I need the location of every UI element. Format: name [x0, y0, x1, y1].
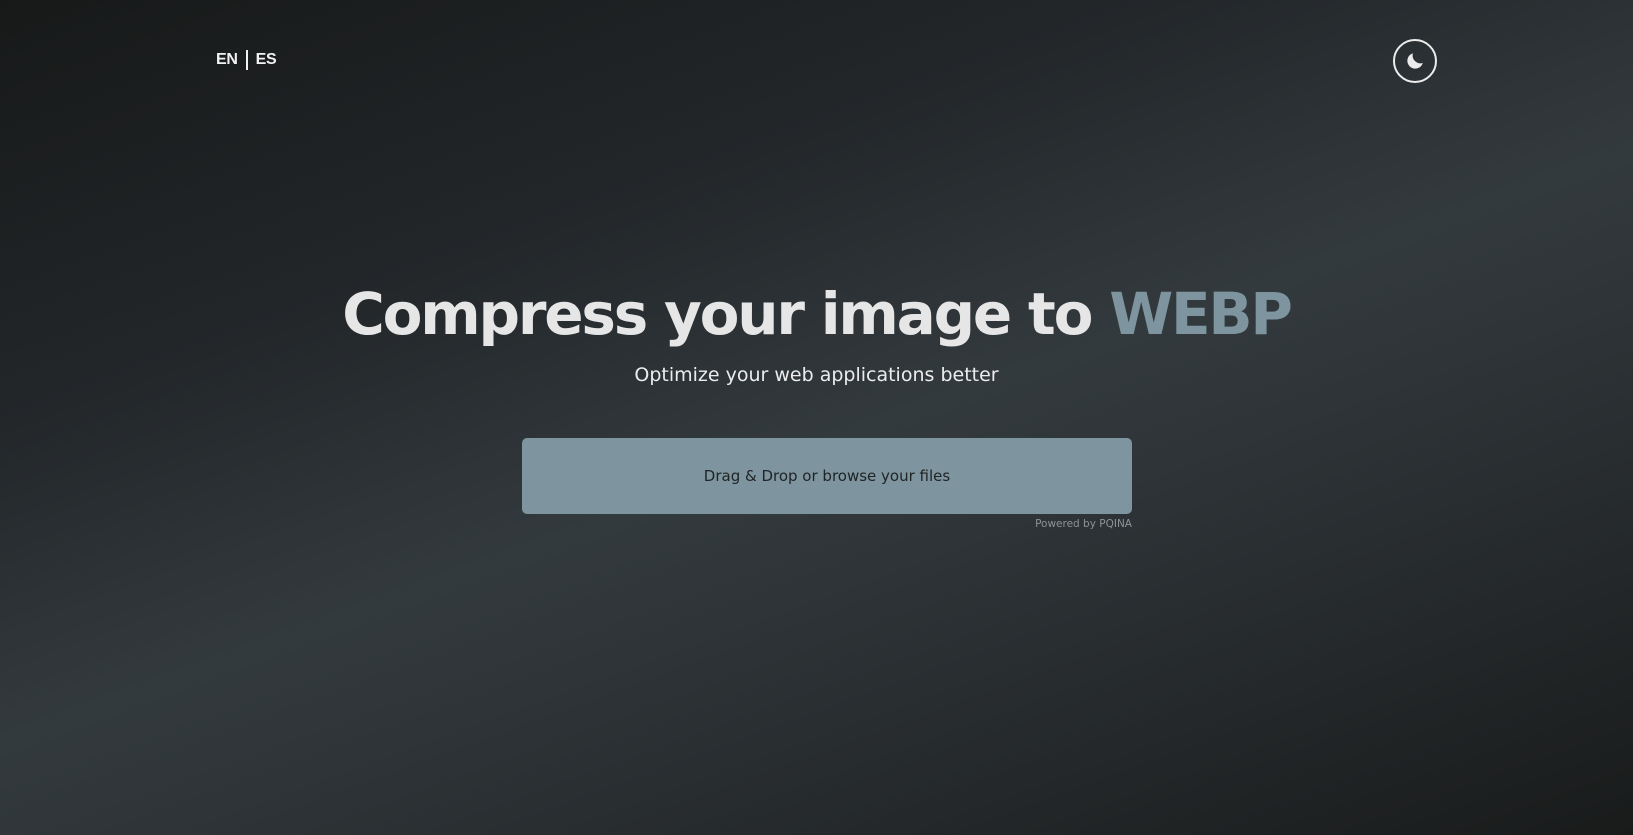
powered-by-credit-link[interactable]: Powered by PQINA [1000, 518, 1132, 530]
language-en-link[interactable]: EN [216, 51, 238, 69]
hero-section: Compress your image to WEBP Optimize you… [0, 278, 1633, 388]
page-title: Compress your image to WEBP [0, 278, 1633, 350]
theme-toggle-button[interactable] [1393, 39, 1437, 83]
page-title-main: Compress your image to [342, 280, 1110, 348]
language-divider [245, 50, 248, 70]
page-subtitle: Optimize your web applications better [634, 364, 999, 386]
file-dropzone[interactable]: Drag & Drop or browse your files [522, 438, 1132, 514]
page-title-format: WEBP [1109, 280, 1293, 348]
moon-icon [1407, 53, 1423, 69]
dropzone-label-suffix: your files [876, 467, 951, 485]
browse-files-link[interactable]: browse [822, 467, 876, 485]
dropzone-label-prefix: Drag & Drop or [703, 467, 823, 485]
dropzone-label: Drag & Drop or browse your files [704, 467, 950, 485]
language-switcher: EN ES [216, 50, 277, 70]
language-es-link[interactable]: ES [256, 51, 277, 69]
